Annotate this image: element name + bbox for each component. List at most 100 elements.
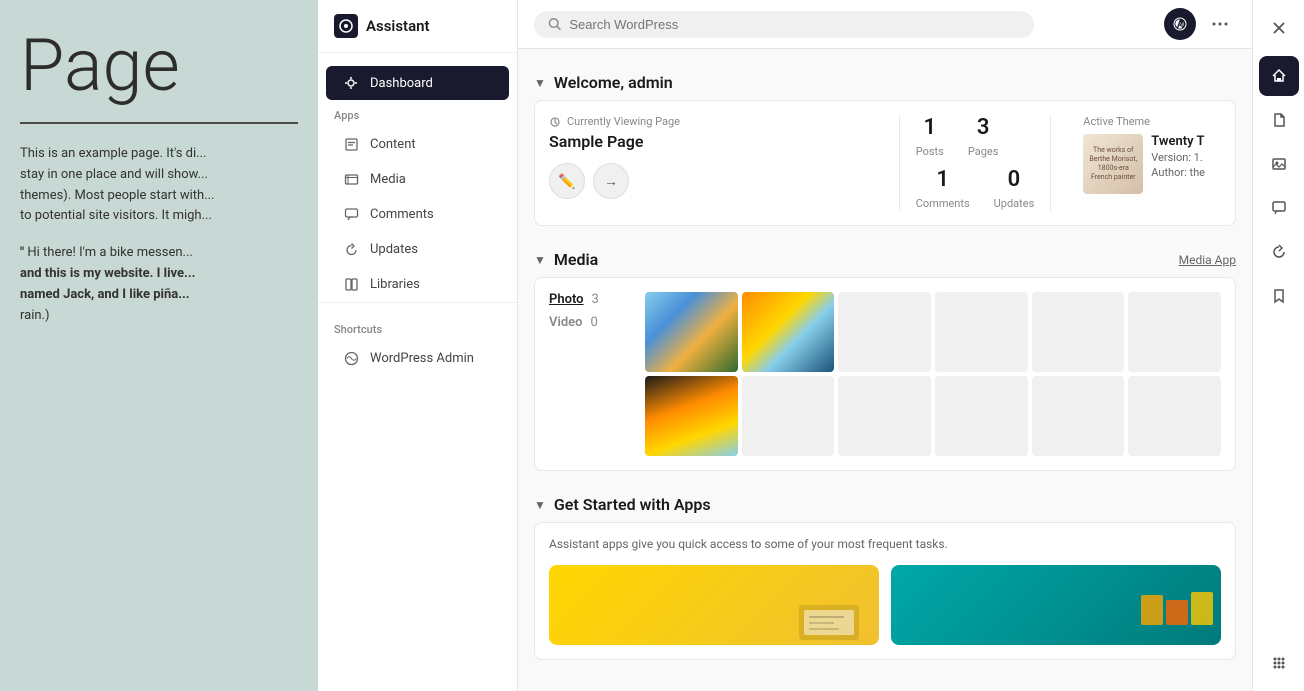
file-nav-button[interactable]: [1259, 100, 1299, 140]
active-theme: Active Theme The works of Berthe Morisot…: [1067, 115, 1221, 211]
updates-label: Updates: [994, 197, 1035, 210]
apps-section-header[interactable]: ▼ Get Started with Apps: [534, 487, 1236, 522]
theme-info: Twenty T Version: 1. Author: the: [1151, 134, 1205, 179]
updates-icon: [342, 240, 360, 258]
posts-count: 1: [916, 115, 944, 140]
media-cell-1[interactable]: [645, 292, 738, 372]
bookmark-icon: [1271, 288, 1287, 304]
content-icon: [342, 135, 360, 153]
media-cell-11[interactable]: [1032, 376, 1125, 456]
sidebar: Assistant Dashboard Apps: [318, 0, 518, 691]
comments-label: Comments: [370, 207, 434, 222]
media-cell-2[interactable]: [742, 292, 835, 372]
page-bg-quote: " Hi there! I'm a bike messen...and this…: [20, 243, 298, 326]
page-background: Page This is an example page. It's di...…: [0, 0, 318, 691]
wp-logo-button[interactable]: [1164, 8, 1196, 40]
stats-row-2: 1 Comments 0 Updates: [916, 167, 1035, 211]
media-label: Media: [370, 172, 406, 187]
apps-card: Assistant apps give you quick access to …: [534, 522, 1236, 660]
wp-admin-label: WordPress Admin: [370, 351, 474, 366]
theme-info-block: Active Theme The works of Berthe Morisot…: [1083, 115, 1205, 194]
media-grid: [645, 292, 1221, 456]
sidebar-item-comments[interactable]: Comments: [326, 197, 509, 231]
sidebar-item-libraries[interactable]: Libraries: [326, 267, 509, 301]
media-cell-4[interactable]: [935, 292, 1028, 372]
assistant-logo: [334, 14, 358, 38]
apps-description: Assistant apps give you quick access to …: [549, 537, 1221, 551]
sidebar-item-content[interactable]: Content: [326, 127, 509, 161]
app-illustration-2: [1136, 590, 1216, 645]
media-icon: [342, 170, 360, 188]
media-app-link[interactable]: Media App: [1179, 253, 1236, 267]
app-card-2[interactable]: [891, 565, 1221, 645]
welcome-section-header[interactable]: ▼ Welcome, admin: [534, 65, 1236, 100]
app-card-1[interactable]: [549, 565, 879, 645]
bookmark-nav-button[interactable]: [1259, 276, 1299, 316]
page-divider: [20, 122, 298, 124]
shortcuts-label: Shortcuts: [318, 315, 517, 340]
media-cell-7[interactable]: [645, 376, 738, 456]
stat-posts: 1 Posts: [916, 115, 944, 159]
top-bar: [518, 0, 1252, 49]
main-content: ▼ Welcome, admin Currently Viewing Page …: [518, 0, 1252, 691]
photo-label[interactable]: Photo: [549, 292, 584, 307]
media-section: ▼ Media Media App Photo 3 Video 0: [534, 242, 1236, 471]
libraries-label: Libraries: [370, 277, 420, 292]
apps-title: Get Started with Apps: [554, 495, 711, 514]
page-bg-title: Page: [20, 30, 298, 102]
search-input[interactable]: [569, 17, 1020, 32]
search-icon: [548, 17, 561, 31]
media-cell-9[interactable]: [838, 376, 931, 456]
comments-icon: [342, 205, 360, 223]
media-cell-10[interactable]: [935, 376, 1028, 456]
search-bar[interactable]: [534, 11, 1034, 38]
media-cell-3[interactable]: [838, 292, 931, 372]
content-label: Content: [370, 137, 416, 152]
welcome-left: Currently Viewing Page Sample Page ✏️ →: [549, 115, 883, 211]
libraries-icon: [342, 275, 360, 293]
chat-icon: [1271, 200, 1287, 216]
chat-nav-button[interactable]: [1259, 188, 1299, 228]
home-icon: [1271, 68, 1287, 84]
stat-updates: 0 Updates: [994, 167, 1035, 211]
media-type-video: Video 0: [549, 315, 629, 330]
more-button[interactable]: [1204, 8, 1236, 40]
image-nav-button[interactable]: [1259, 144, 1299, 184]
wp-icon: [342, 349, 360, 367]
grid-nav-button[interactable]: [1259, 643, 1299, 683]
pages-label: Pages: [968, 145, 999, 158]
sidebar-item-updates[interactable]: Updates: [326, 232, 509, 266]
sidebar-item-media[interactable]: Media: [326, 162, 509, 196]
video-count: 0: [591, 315, 598, 330]
theme-thumbnail: The works of Berthe Morisot, 1800s-era F…: [1083, 134, 1143, 194]
sidebar-nav: Dashboard Apps Content: [318, 53, 517, 691]
dashboard-label: Dashboard: [370, 76, 433, 91]
media-cell-6[interactable]: [1128, 292, 1221, 372]
media-cell-5[interactable]: [1032, 292, 1125, 372]
photo-count: 3: [592, 292, 599, 307]
right-sidebar: [1252, 0, 1304, 691]
sidebar-header: Assistant: [318, 0, 517, 53]
home-nav-button[interactable]: [1259, 56, 1299, 96]
media-type-photo: Photo 3: [549, 292, 629, 307]
dashboard-icon: [342, 74, 360, 92]
apps-grid: [549, 565, 1221, 645]
edit-button[interactable]: ✏️: [549, 163, 585, 199]
top-bar-actions: [1164, 8, 1236, 40]
media-section-header[interactable]: ▼ Media: [534, 250, 598, 269]
apps-section: ▼ Get Started with Apps Assistant apps g…: [534, 487, 1236, 660]
view-button[interactable]: →: [593, 163, 629, 199]
active-theme-label: Active Theme: [1083, 115, 1205, 128]
page-bg-text: This is an example page. It's di...stay …: [20, 144, 298, 227]
video-label[interactable]: Video: [549, 315, 583, 330]
media-cell-12[interactable]: [1128, 376, 1221, 456]
dashboard-content: ▼ Welcome, admin Currently Viewing Page …: [518, 49, 1252, 691]
viewing-label: Currently Viewing Page: [567, 115, 680, 128]
media-cell-8[interactable]: [742, 376, 835, 456]
welcome-chevron-icon: ▼: [534, 76, 546, 90]
sidebar-item-dashboard[interactable]: Dashboard: [326, 66, 509, 100]
sidebar-item-wp-admin[interactable]: WordPress Admin: [326, 341, 509, 375]
close-button[interactable]: [1259, 8, 1299, 48]
stat-comments: 1 Comments: [916, 167, 970, 211]
refresh-nav-button[interactable]: [1259, 232, 1299, 272]
